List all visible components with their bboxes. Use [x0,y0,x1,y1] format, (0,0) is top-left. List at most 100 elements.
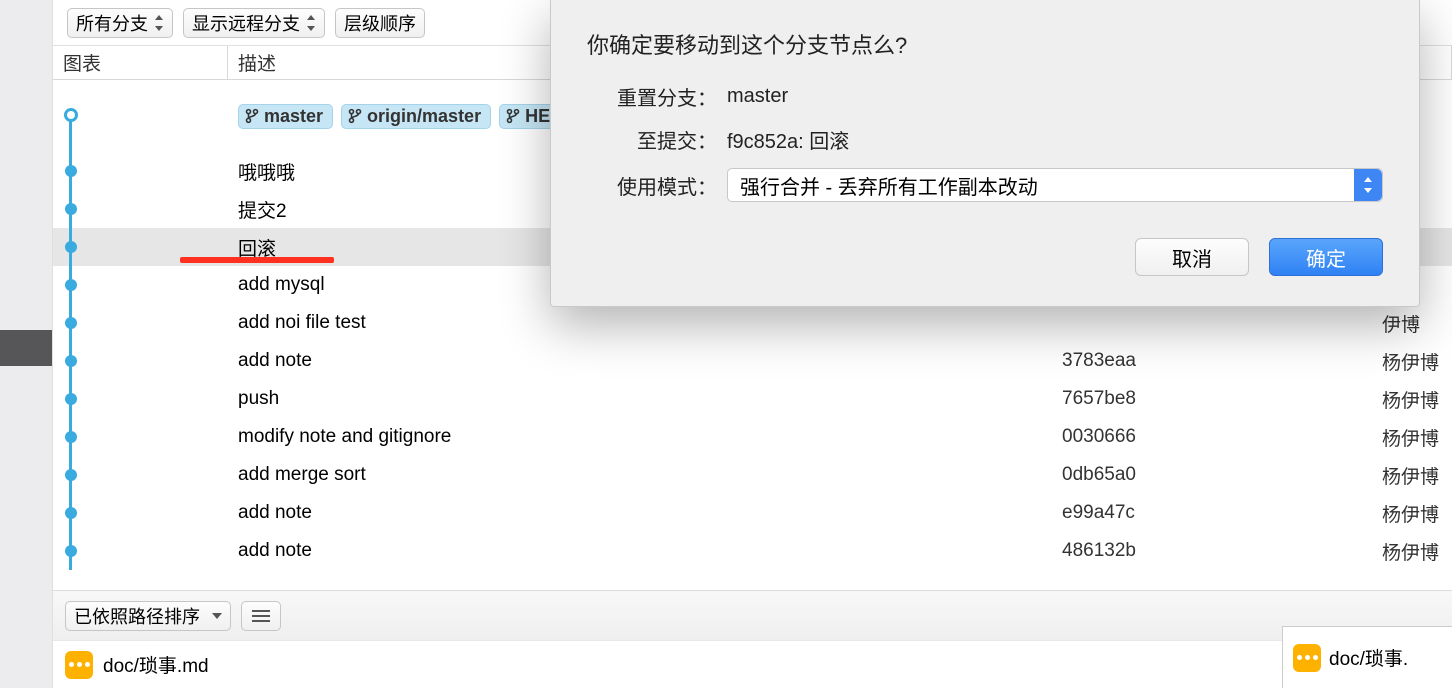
dialog-mode-value: 强行合并 - 丢弃所有工作副本改动 [740,171,1038,200]
commit-hash: 486132b [1052,540,1372,562]
commit-row[interactable]: add note 3783eaa杨伊博 [53,342,1452,380]
commit-desc: add note [238,540,312,562]
commit-hash: 0030666 [1052,426,1372,448]
commit-dot-icon [65,279,77,291]
sort-label: 已依照路径排序 [74,603,200,629]
branch-tag-label: origin/master [367,106,481,127]
dialog-reset-branch-label: 重置分支： [587,82,727,111]
graph-cell [53,342,228,380]
commit-row[interactable]: add note e99a47c杨伊博 [53,494,1452,532]
commit-author: 杨伊博 [1372,348,1452,375]
commit-dot-icon [65,355,77,367]
commit-author: 伊博 [1372,310,1452,337]
graph-cell [53,380,228,418]
remote-toggle-label: 显示远程分支 [192,10,300,36]
right-file-panel: doc/琐事. [1282,626,1452,688]
branch-icon [348,108,362,124]
commit-desc: add noi file test [238,312,366,334]
branch-filter-label: 所有分支 [76,10,148,36]
graph-cell [53,304,228,342]
commit-row[interactable]: push 7657be8杨伊博 [53,380,1452,418]
graph-cell [53,418,228,456]
desc-cell: modify note and gitignore [228,426,1052,448]
dialog-reset-branch-value: master [727,85,1383,108]
commit-author: 杨伊博 [1372,500,1452,527]
file-status-icon [65,651,93,679]
header-graph[interactable]: 图表 [53,46,228,79]
cancel-button[interactable]: 取消 [1135,238,1249,276]
commit-dot-icon [65,431,77,443]
dialog-mode-label: 使用模式： [587,171,727,200]
graph-cell [53,532,228,570]
commit-desc: add mysql [238,274,325,296]
branch-tag-origin-master[interactable]: origin/master [341,104,491,129]
branch-icon [245,108,259,124]
graph-cell [53,97,228,135]
select-arrows-icon [1363,176,1373,194]
commit-desc: add note [238,350,312,372]
select-arrow-button[interactable] [1354,169,1382,201]
highlight-underline [180,257,334,263]
desc-cell: add note [228,350,1052,372]
graph-cell [53,456,228,494]
desc-cell: add merge sort [228,464,1052,486]
commit-dot-icon [64,108,78,122]
commit-desc: 哦哦哦 [238,158,295,185]
file-path-label: doc/琐事.md [103,651,209,678]
dialog-to-commit-label: 至提交： [587,125,727,154]
branch-icon [506,108,520,124]
graph-cell [53,190,228,228]
commit-dot-icon [65,507,77,519]
graph-cell [53,266,228,304]
hamburger-icon [252,610,270,622]
commit-desc: add note [238,502,312,524]
desc-cell: add note [228,502,1052,524]
dialog-to-commit-value: f9c852a: 回滚 [727,125,1383,154]
commit-desc: add merge sort [238,464,366,486]
commit-row[interactable]: add merge sort 0db65a0杨伊博 [53,456,1452,494]
sort-select[interactable]: 已依照路径排序 [65,601,231,631]
branch-tag-label: master [264,106,323,127]
branch-filter-select[interactable]: 所有分支 [67,8,173,38]
commit-desc: push [238,388,279,410]
remote-toggle-select[interactable]: 显示远程分支 [183,8,325,38]
commit-dot-icon [65,545,77,557]
file-row[interactable]: doc/琐事.md [53,640,1452,688]
graph-cell [53,494,228,532]
commit-desc: 提交2 [238,196,287,223]
branch-tag-master[interactable]: master [238,104,333,129]
commit-dot-icon [65,203,77,215]
desc-cell: add note [228,540,1052,562]
commit-dot-icon [65,241,77,253]
commit-dot-icon [65,469,77,481]
commit-row[interactable]: add noi file test 伊博 [53,304,1452,342]
chevron-down-icon [212,613,222,619]
right-file-path-label: doc/琐事. [1329,644,1408,671]
order-label: 层级顺序 [344,10,416,36]
commit-hash: 3783eaa [1052,350,1372,372]
commit-hash: e99a47c [1052,502,1372,524]
commit-author: 杨伊博 [1372,386,1452,413]
commit-author: 杨伊博 [1372,462,1452,489]
commit-hash: 7657be8 [1052,388,1372,410]
desc-cell: add noi file test [228,312,1052,334]
desc-cell: push [228,388,1052,410]
list-view-toggle[interactable] [241,601,281,631]
commit-row[interactable]: modify note and gitignore0030666杨伊博 [53,418,1452,456]
bottom-bar: 已依照路径排序 [53,590,1452,640]
left-sidebar [0,0,52,688]
commit-dot-icon [65,317,77,329]
commit-dot-icon [65,165,77,177]
dialog-title: 你确定要移动到这个分支节点么? [587,28,1383,60]
select-arrows-icon [154,14,164,32]
select-arrows-icon [306,14,316,32]
ok-button[interactable]: 确定 [1269,238,1383,276]
commit-author: 杨伊博 [1372,538,1452,565]
commit-row[interactable]: add note 486132b杨伊博 [53,532,1452,570]
reset-branch-dialog: 你确定要移动到这个分支节点么? 重置分支： master 至提交： f9c852… [550,0,1420,307]
commit-hash: 0db65a0 [1052,464,1372,486]
order-select[interactable]: 层级顺序 [335,8,425,38]
dialog-mode-select[interactable]: 强行合并 - 丢弃所有工作副本改动 [727,168,1383,202]
commit-desc: modify note and gitignore [238,426,451,448]
graph-cell [53,152,228,190]
